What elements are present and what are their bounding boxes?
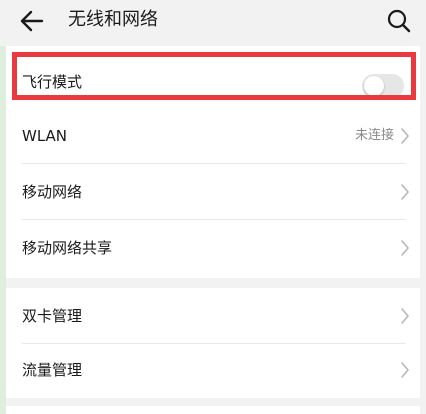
chevron-right-icon [401, 240, 409, 256]
data-usage-row[interactable]: 流量管理 [6, 342, 420, 398]
tethering-row[interactable]: 移动网络共享 [6, 220, 420, 276]
chevron-right-icon [401, 128, 409, 144]
mobile-network-row[interactable]: 移动网络 [6, 164, 420, 220]
wlan-status: 未连接 [354, 128, 394, 143]
chevron-right-icon [401, 362, 409, 378]
settings-group-network: 飞行模式 WLAN 未连接 移动网络 移动网络共享 [6, 46, 420, 278]
wlan-row[interactable]: WLAN 未连接 [6, 108, 420, 164]
top-bar: 无线和网络 [0, 0, 426, 46]
wlan-label: WLAN [22, 127, 68, 145]
settings-group-sim: 双卡管理 流量管理 [6, 288, 420, 398]
tethering-label: 移动网络共享 [22, 239, 113, 257]
dual-sim-label: 双卡管理 [22, 307, 83, 325]
toggle-knob [364, 76, 384, 96]
search-icon [387, 9, 411, 33]
search-button[interactable] [384, 6, 414, 36]
chevron-right-icon [401, 184, 409, 200]
dual-sim-row[interactable]: 双卡管理 [6, 288, 420, 344]
back-arrow-icon [20, 10, 44, 32]
back-button[interactable] [16, 6, 52, 36]
mobile-network-label: 移动网络 [22, 183, 83, 201]
data-usage-label: 流量管理 [22, 361, 83, 379]
page-title: 无线和网络 [68, 9, 158, 30]
airplane-mode-toggle[interactable] [362, 74, 404, 98]
airplane-mode-label: 飞行模式 [22, 73, 83, 91]
airplane-mode-row[interactable]: 飞行模式 [6, 54, 420, 110]
chevron-right-icon [401, 308, 409, 324]
next-group-edge [6, 406, 420, 414]
